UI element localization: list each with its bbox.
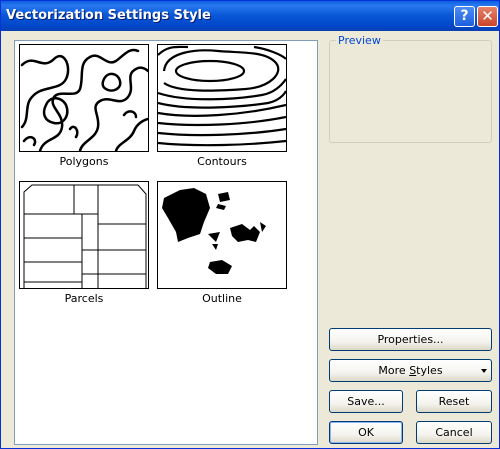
cancel-button[interactable]: Cancel <box>416 421 492 444</box>
ok-button[interactable]: OK <box>329 421 403 444</box>
reset-button[interactable]: Reset <box>416 390 492 413</box>
close-button[interactable]: ✕ <box>477 6 498 27</box>
style-thumbnail-outline[interactable] <box>157 181 287 289</box>
more-styles-button[interactable]: More Styles <box>329 359 492 382</box>
style-thumbnail-contours[interactable] <box>157 44 287 152</box>
title-bar[interactable]: Vectorization Settings Style ? ✕ <box>1 1 499 31</box>
properties-button[interactable]: Properties... <box>329 328 492 351</box>
dropdown-arrow-icon <box>481 369 487 373</box>
style-gallery[interactable]: Polygons Contours Parcels Outline <box>14 40 318 445</box>
dialog-window: Vectorization Settings Style ? ✕ Polygon… <box>0 0 500 449</box>
style-label-contours: Contours <box>197 155 247 168</box>
style-thumbnail-polygons[interactable] <box>19 44 149 152</box>
more-styles-label-post: tyles <box>416 364 443 377</box>
more-styles-label-pre: More <box>378 364 410 377</box>
style-label-parcels: Parcels <box>64 292 104 305</box>
style-thumbnail-parcels[interactable] <box>19 181 149 289</box>
contours-pattern-icon <box>158 45 286 147</box>
preview-label: Preview <box>336 34 383 47</box>
style-label-polygons: Polygons <box>59 155 109 168</box>
preview-group <box>329 40 492 143</box>
help-button[interactable]: ? <box>454 6 475 27</box>
window-title: Vectorization Settings Style <box>6 8 211 23</box>
save-button[interactable]: Save... <box>329 390 403 413</box>
polygons-pattern-icon <box>20 48 148 151</box>
outline-pattern-icon <box>162 188 266 274</box>
style-label-outline: Outline <box>202 292 242 305</box>
parcels-pattern-icon <box>23 184 147 288</box>
